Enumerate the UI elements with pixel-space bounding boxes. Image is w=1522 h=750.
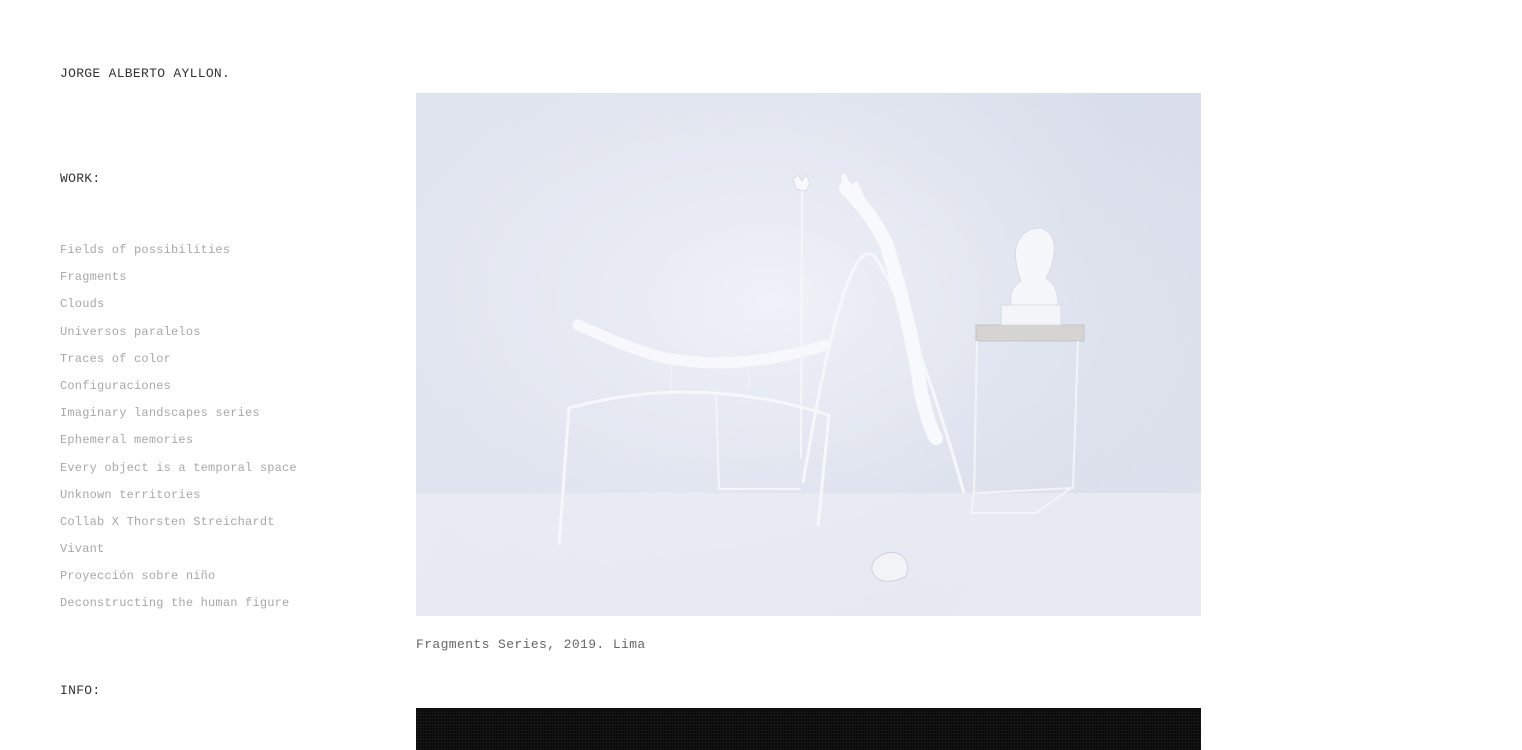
work-item-fields-of-possibilities[interactable]: Fields of possibilities <box>60 242 297 269</box>
work-item-imaginary-landscapes[interactable]: Imaginary landscapes series <box>60 405 297 432</box>
sculpture-illustration <box>416 93 1201 616</box>
work-item-vivant[interactable]: Vivant <box>60 541 297 568</box>
site-title-link[interactable]: JORGE ALBERTO AYLLON. <box>60 66 230 81</box>
work-list: Fields of possibilities Fragments Clouds… <box>60 242 297 623</box>
artwork-photo <box>416 93 1201 616</box>
work-item-universos-paralelos[interactable]: Universos paralelos <box>60 324 297 351</box>
artwork-caption: Fragments Series, 2019. Lima <box>416 637 646 652</box>
work-item-proyeccion[interactable]: Proyección sobre niño <box>60 568 297 595</box>
work-item-ephemeral-memories[interactable]: Ephemeral memories <box>60 432 297 459</box>
work-item-unknown-territories[interactable]: Unknown territories <box>60 487 297 514</box>
work-item-deconstructing[interactable]: Deconstructing the human figure <box>60 595 297 622</box>
work-item-every-object[interactable]: Every object is a temporal space <box>60 460 297 487</box>
work-item-configuraciones[interactable]: Configuraciones <box>60 378 297 405</box>
page: JORGE ALBERTO AYLLON. WORK: Fields of po… <box>0 0 1522 750</box>
work-item-collab-thorsten[interactable]: Collab X Thorsten Streichardt <box>60 514 297 541</box>
work-item-clouds[interactable]: Clouds <box>60 296 297 323</box>
main-content: Fragments Series, 2019. Lima <box>416 93 1201 652</box>
work-heading[interactable]: WORK: <box>60 171 101 186</box>
work-item-fragments[interactable]: Fragments <box>60 269 297 296</box>
info-heading[interactable]: INFO: <box>60 683 101 698</box>
work-item-traces-of-color[interactable]: Traces of color <box>60 351 297 378</box>
next-artwork-photo <box>416 708 1201 750</box>
